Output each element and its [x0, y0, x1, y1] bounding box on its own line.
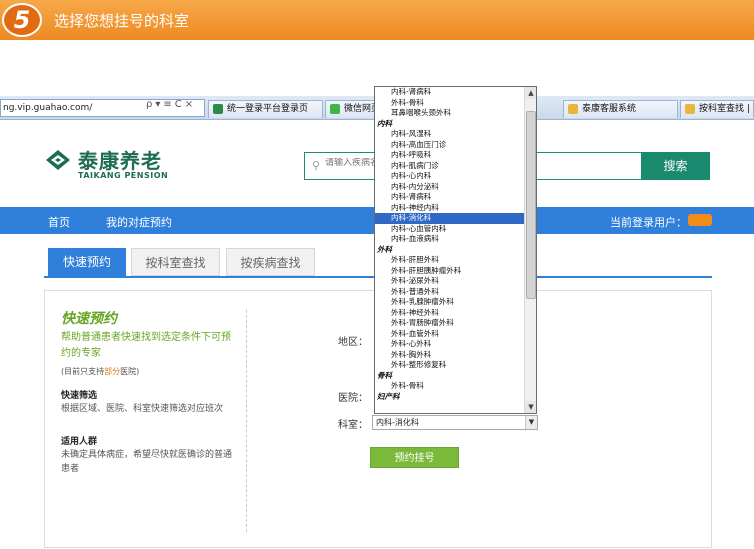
dropdown-option[interactable]: 内科-消化科 [375, 213, 524, 224]
panel-title: 快速预约 [61, 311, 117, 327]
dropdown-option[interactable]: 内科-高血压门诊 [375, 140, 524, 151]
step-banner: 5 选择您想挂号的科室 [0, 0, 754, 40]
dropdown-option[interactable]: 内科-肌病门诊 [375, 161, 524, 172]
tab-quick-booking[interactable]: 快速预约 [48, 248, 126, 276]
site-favicon-icon [568, 104, 578, 114]
dropdown-option[interactable]: 外科-骨科 [375, 98, 524, 109]
dropdown-option[interactable]: 内科-心内科 [375, 171, 524, 182]
dropdown-option[interactable]: 外科-神经外科 [375, 308, 524, 319]
hospital-label: 医院： [338, 393, 368, 404]
scroll-down-icon[interactable]: ▼ [525, 401, 536, 413]
panel-divider [246, 310, 247, 532]
dropdown-group-label: 妇产科 [377, 391, 400, 401]
nav-home[interactable]: 首页 [48, 214, 70, 230]
browser-tab-dept-search[interactable]: 按科室查找 | 挂 [680, 100, 754, 118]
dropdown-option[interactable]: 耳鼻咽喉头颈外科 [375, 108, 524, 119]
dropdown-option[interactable]: 内科-肾病科 [375, 87, 524, 98]
dropdown-option[interactable]: 内科-风湿科 [375, 129, 524, 140]
chevron-down-icon[interactable]: ▼ [525, 416, 537, 429]
search-button[interactable]: 搜索 [641, 152, 710, 180]
dropdown-options: 内科-肾病科 外科-骨科 耳鼻咽喉头颈外科 内科 内科-风湿科 内科-高血压门诊 内科-呼吸… [375, 87, 524, 402]
dropdown-scrollbar[interactable]: ▲ ▼ [524, 87, 536, 413]
dropdown-option[interactable]: 外科-整形修复科 [375, 360, 524, 371]
logo-chinese: 泰康养老 [78, 149, 162, 173]
crowd-heading: 适用人群 [61, 437, 98, 447]
dropdown-option[interactable]: 外科-肝胆胰肿瘤外科 [375, 266, 524, 277]
scroll-up-icon[interactable]: ▲ [525, 87, 536, 99]
logo-english: TAIKANG PENSION [78, 171, 169, 180]
user-avatar[interactable] [688, 214, 712, 226]
dropdown-group-label: 内科 [377, 118, 392, 128]
dropdown-option[interactable]: 外科-心外科 [375, 339, 524, 350]
dropdown-option[interactable]: 内科-呼吸科 [375, 150, 524, 161]
step-number-badge: 5 [2, 3, 42, 37]
dropdown-group-label: 骨科 [377, 370, 392, 380]
site-favicon-icon [213, 104, 223, 114]
dropdown-option[interactable]: 外科-普通外科 [375, 287, 524, 298]
filter-text: 根据区域、医院、科室快速筛选对应班次 [61, 404, 224, 414]
site-favicon-icon [685, 104, 695, 114]
dropdown-group-label: 外科 [377, 244, 392, 254]
crowd-text: 未确定具体病症，希望尽快就医确诊的普通患者 [61, 450, 233, 474]
search-icon: ⚲ [312, 159, 321, 172]
dropdown-option[interactable]: 内科-神经内科 [375, 203, 524, 214]
scroll-thumb[interactable] [526, 111, 536, 299]
browser-tab-wechat[interactable]: 微信网页 [325, 100, 375, 118]
dropdown-option[interactable]: 内科-内分泌科 [375, 182, 524, 193]
dropdown-option[interactable]: 外科-乳腺肿瘤外科 [375, 297, 524, 308]
browser-tab-login[interactable]: 统一登录平台登录页 [208, 100, 323, 118]
department-dropdown-list[interactable]: 内科-肾病科 外科-骨科 耳鼻咽喉头颈外科 内科 内科-风湿科 内科-高血压门诊 内科-呼吸… [374, 86, 537, 414]
support-note: (目前只支持部分医院) [61, 367, 140, 376]
taikang-logo-icon [46, 150, 70, 170]
department-label: 科室： [338, 420, 368, 431]
dropdown-option[interactable]: 外科-胸外科 [375, 350, 524, 361]
nav-my-appointments[interactable]: 我的对症预约 [106, 214, 172, 230]
region-label: 地区： [338, 337, 368, 348]
login-status-label: 当前登录用户： [610, 216, 687, 229]
dropdown-option[interactable]: 内科-肾病科 [375, 192, 524, 203]
panel-description: 帮助普通患者快速找到选定条件下可预约的专家 [61, 332, 231, 359]
address-bar-icons[interactable]: ρ▾≡C× [146, 99, 196, 110]
dropdown-option[interactable]: 外科-胃肠肿瘤外科 [375, 318, 524, 329]
step-title: 选择您想挂号的科室 [54, 12, 190, 30]
dropdown-option[interactable]: 外科-血管外科 [375, 329, 524, 340]
tab-by-department[interactable]: 按科室查找 [131, 248, 220, 276]
dropdown-option[interactable]: 外科-泌尿外科 [375, 276, 524, 287]
dropdown-option[interactable]: 内科-心血管内科 [375, 224, 524, 235]
dropdown-option[interactable]: 外科-骨科 [375, 381, 524, 392]
dropdown-option[interactable]: 内科-血液病科 [375, 234, 524, 245]
wechat-favicon-icon [330, 104, 340, 114]
filter-heading: 快速筛选 [61, 391, 98, 401]
browser-tab-service[interactable]: 泰康客服系统 [563, 100, 678, 118]
department-select[interactable]: 内科-消化科 ▼ [372, 415, 538, 430]
tab-by-disease[interactable]: 按疾病查找 [226, 248, 315, 276]
dropdown-option[interactable]: 外科-肝胆外科 [375, 255, 524, 266]
book-appointment-button[interactable]: 预约挂号 [370, 447, 459, 468]
